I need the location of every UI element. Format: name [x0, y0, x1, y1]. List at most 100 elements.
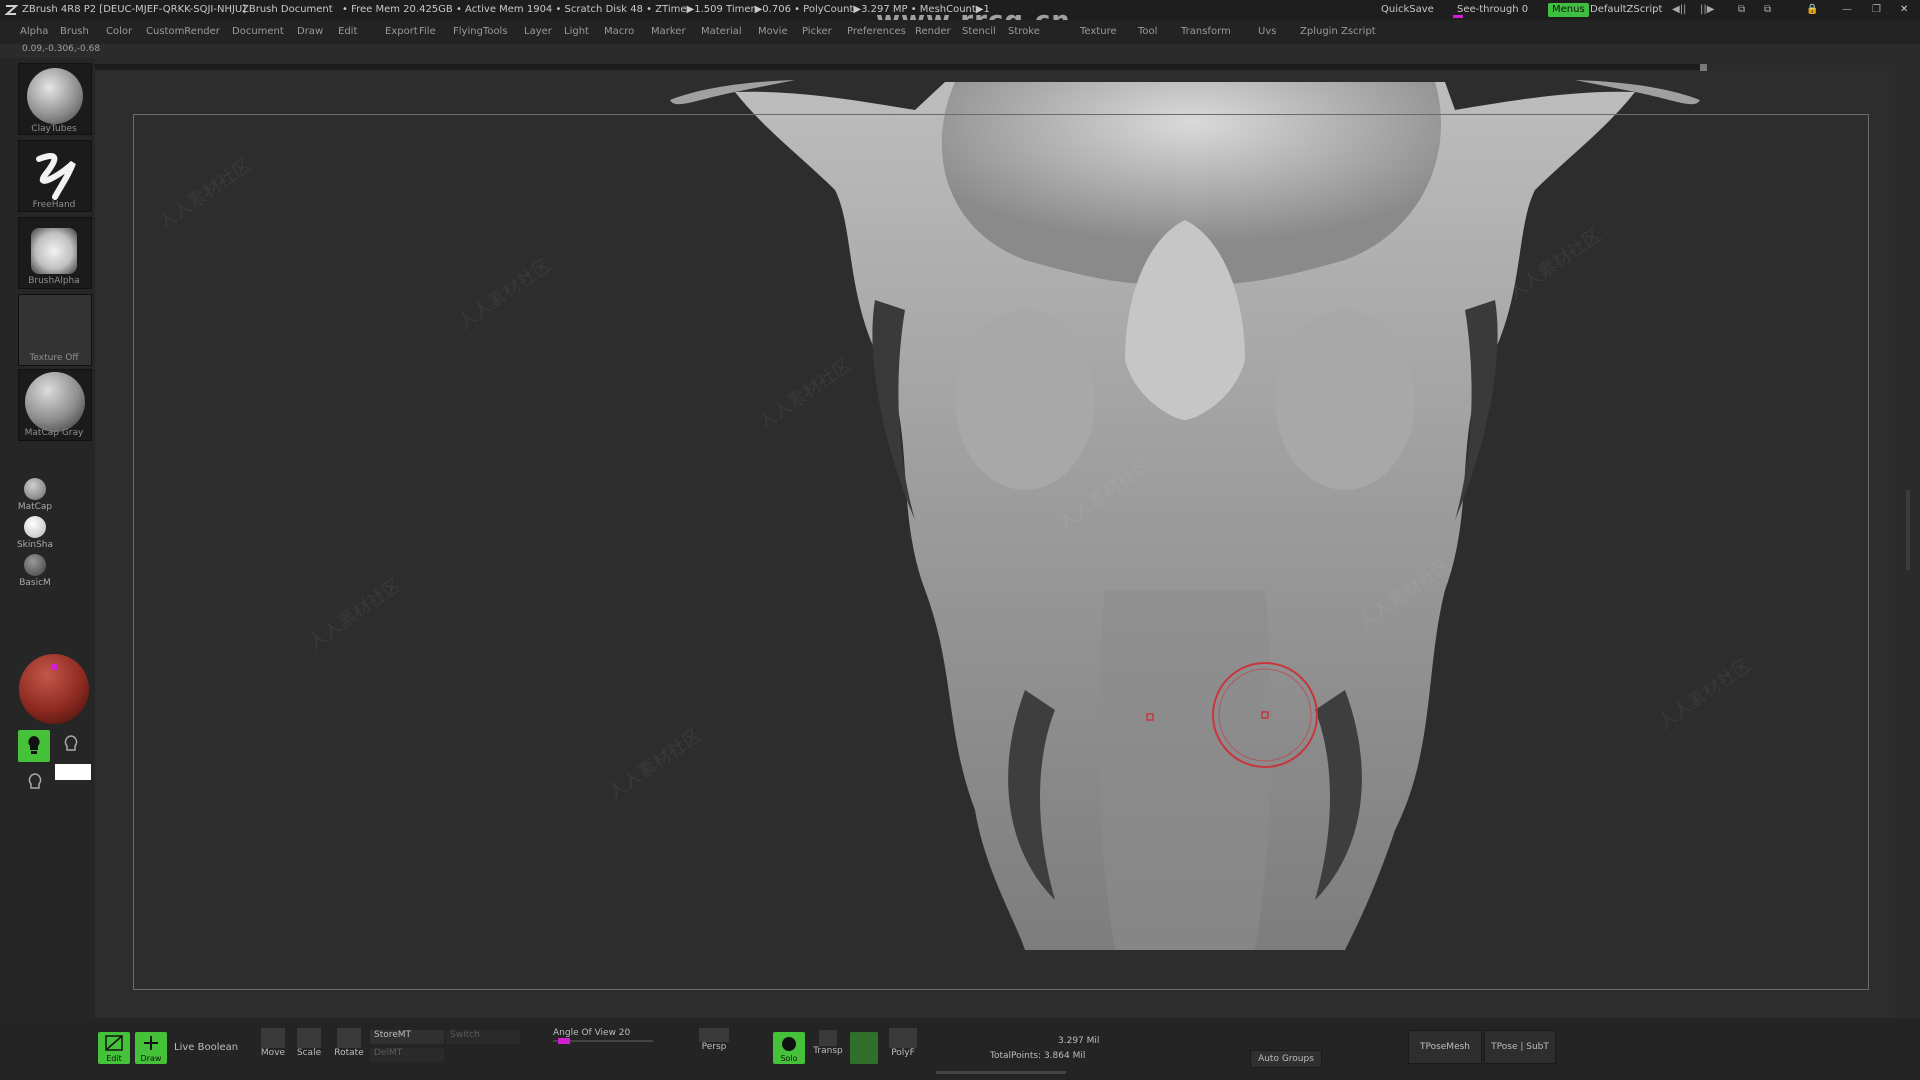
menu-item-draw[interactable]: Draw: [297, 20, 323, 44]
right-tray-handle[interactable]: [1906, 490, 1910, 570]
basic-material-icon[interactable]: [24, 554, 46, 576]
menu-item-export[interactable]: Export: [385, 20, 418, 44]
menu-item-marker[interactable]: Marker: [651, 20, 686, 44]
storemt-button[interactable]: StoreMT: [370, 1030, 444, 1044]
perspective-icon: [699, 1028, 729, 1042]
transparency-button[interactable]: Transp: [812, 1030, 844, 1056]
skinshade-icon[interactable]: [24, 516, 46, 538]
menu-item-zplugin[interactable]: Zplugin: [1300, 20, 1338, 44]
scale-label: Scale: [296, 1048, 322, 1058]
lock-icon[interactable]: 🔒: [1806, 0, 1818, 20]
material-label: MatCap Gray: [24, 428, 84, 438]
color-picker-cursor: [51, 664, 57, 670]
solo-label: Solo: [780, 1054, 798, 1063]
draw-mode-button[interactable]: Draw: [135, 1032, 167, 1064]
layout-icon[interactable]: ⧉: [1738, 0, 1745, 20]
menu-item-color[interactable]: Color: [106, 20, 132, 44]
perspective-button[interactable]: Persp: [697, 1028, 731, 1052]
menu-item-texture[interactable]: Texture: [1080, 20, 1117, 44]
texture-label: Texture Off: [29, 353, 79, 363]
angle-of-view-handle[interactable]: [558, 1038, 570, 1044]
restore-icon[interactable]: ❐: [1872, 0, 1881, 20]
secondary-color-swatch[interactable]: [55, 764, 91, 780]
scroll-left-icon[interactable]: ◀||: [1672, 0, 1686, 20]
edit-mode-button[interactable]: Edit: [98, 1032, 130, 1064]
scale-button[interactable]: Scale: [294, 1028, 324, 1058]
move-label: Move: [260, 1048, 286, 1058]
menu-item-uvs[interactable]: Uvs: [1258, 20, 1276, 44]
freehand-stroke-icon: [36, 153, 76, 200]
move-button[interactable]: Move: [258, 1028, 288, 1058]
menu-item-file[interactable]: File: [419, 20, 436, 44]
polyframe-icon: [889, 1028, 917, 1048]
document-title: ZBrush Document: [242, 4, 333, 15]
menu-item-document[interactable]: Document: [232, 20, 284, 44]
menu-item-zscript[interactable]: Zscript: [1341, 20, 1376, 44]
edit-icon: [105, 1035, 123, 1051]
menu-item-macro[interactable]: Macro: [604, 20, 634, 44]
ghost-button[interactable]: [850, 1032, 878, 1064]
menu-item-alpha[interactable]: Alpha: [20, 20, 48, 44]
draw-label: Draw: [140, 1054, 162, 1063]
rotate-icon: [337, 1028, 361, 1048]
menu-item-light[interactable]: Light: [564, 20, 589, 44]
bottom-shelf: Edit Draw Live Boolean Move Scale Rotate…: [0, 1018, 1920, 1080]
tposemesh-button[interactable]: TPoseMesh: [1408, 1030, 1482, 1064]
delmt-button[interactable]: DelMT: [370, 1048, 444, 1062]
polyframe-button[interactable]: PolyF: [885, 1028, 921, 1058]
menu-bar: Alpha Brush Color CustomRender Document Draw E…: [0, 20, 1920, 44]
menu-item-edit[interactable]: Edit: [338, 20, 357, 44]
auto-groups-button[interactable]: Auto Groups: [1250, 1050, 1322, 1068]
rotate-label: Rotate: [334, 1048, 364, 1058]
layout-alt-icon[interactable]: ⧉: [1764, 0, 1771, 20]
menu-item-transform[interactable]: Transform: [1181, 20, 1231, 44]
cursor-coordinates: 0.09,-0.306,-0.68: [22, 44, 101, 54]
menu-item-render[interactable]: Render: [915, 20, 951, 44]
angle-of-view-slider[interactable]: Angle Of View 20: [553, 1028, 630, 1038]
close-icon[interactable]: ✕: [1900, 0, 1908, 20]
switch-color-icon[interactable]: [26, 772, 44, 796]
top-scroll-track[interactable]: [95, 64, 1707, 70]
quicksave-button[interactable]: QuickSave: [1381, 0, 1434, 20]
polyframe-label: PolyF: [891, 1048, 915, 1058]
scroll-right-icon[interactable]: ||▶: [1700, 0, 1714, 20]
default-zscript-button[interactable]: DefaultZScript: [1590, 0, 1662, 20]
alpha-label: BrushAlpha: [28, 276, 80, 286]
left-shelf: ClayTubes FreeHand BrushAlpha Texture Of…: [0, 58, 95, 1018]
app-title: ZBrush 4R8 P2 [DEUC-MJEF-QRKK-SQJI-NHJU]: [22, 4, 247, 15]
basic-material-label: BasicM: [19, 578, 51, 588]
menu-item-stroke[interactable]: Stroke: [1008, 20, 1040, 44]
total-points: TotalPoints: 3.864 Mil: [990, 1051, 1086, 1061]
menu-item-tool[interactable]: Tool: [1138, 20, 1157, 44]
rotate-button[interactable]: Rotate: [333, 1028, 365, 1058]
menu-item-preferences[interactable]: Preferences: [847, 20, 906, 44]
menu-item-brush[interactable]: Brush: [60, 20, 89, 44]
see-through-slider[interactable]: See-through 0: [1457, 0, 1528, 20]
document-frame: [133, 114, 1869, 990]
menu-item-stencil[interactable]: Stencil: [962, 20, 996, 44]
menu-item-material[interactable]: Material: [701, 20, 742, 44]
menu-item-picker[interactable]: Picker: [802, 20, 832, 44]
transparency-label: Transp: [813, 1046, 843, 1056]
menu-item-flyingtools[interactable]: FlyingTools: [453, 20, 508, 44]
secondary-light-icon[interactable]: [62, 734, 80, 758]
menu-item-customrender[interactable]: CustomRender: [146, 20, 220, 44]
top-scroll-handle[interactable]: [1700, 64, 1707, 71]
live-boolean-button[interactable]: Live Boolean: [174, 1042, 238, 1053]
menus-toggle-button[interactable]: Menus: [1548, 3, 1589, 17]
zbrush-logo-icon: [4, 5, 18, 15]
move-icon: [261, 1028, 285, 1048]
tpose-subt-button[interactable]: TPose | SubT: [1484, 1030, 1556, 1064]
brush-alpha-icon: [31, 228, 77, 274]
matcap-icon[interactable]: [24, 478, 46, 500]
edit-label: Edit: [106, 1054, 122, 1063]
menu-item-layer[interactable]: Layer: [524, 20, 552, 44]
minimize-icon[interactable]: —: [1842, 0, 1852, 20]
scale-icon: [297, 1028, 321, 1048]
switch-button[interactable]: Switch: [446, 1030, 520, 1044]
main-color-swatch[interactable]: [18, 730, 50, 762]
menu-item-movie[interactable]: Movie: [758, 20, 788, 44]
zoom-scrollbar[interactable]: [936, 1071, 1066, 1074]
matcap-gray-icon: [25, 372, 85, 432]
solo-button[interactable]: Solo: [773, 1032, 805, 1064]
